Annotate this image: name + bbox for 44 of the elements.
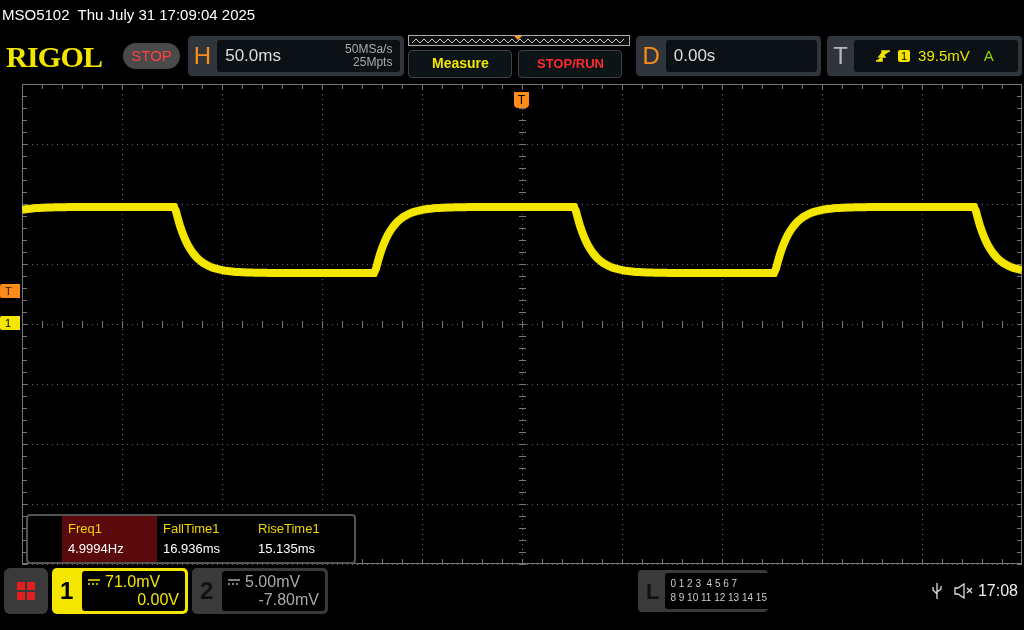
measurement-value: 4.9994Hz	[68, 540, 125, 558]
trigger-level-marker[interactable]: T	[0, 284, 20, 298]
measurement-label: RiseTime1	[258, 520, 321, 538]
sample-rate: 50MSa/s	[345, 43, 393, 56]
channel-offset: 0.00V	[137, 591, 179, 609]
delay-panel[interactable]: D 0.00s	[636, 36, 822, 76]
dc-coupling-icon	[88, 579, 100, 585]
clock-time: 17:08	[977, 581, 1018, 601]
run-state-badge: STOP	[123, 42, 180, 70]
delay-label: D	[642, 41, 660, 71]
horizontal-label: H	[193, 41, 212, 71]
grid-icon	[16, 581, 36, 601]
dc-coupling-icon	[228, 579, 240, 585]
memory-depth: 25Mpts	[353, 56, 393, 69]
channel-panel[interactable]: 1 71.0mV 0.00V	[52, 568, 188, 614]
speaker-muted-icon	[953, 583, 974, 599]
trigger-mode: A	[983, 45, 994, 66]
timebase-value: 50.0ms	[225, 45, 281, 68]
channel-offset-marker[interactable]: 1	[0, 316, 20, 330]
logo: RIGOL	[6, 38, 104, 75]
horizontal-panel[interactable]: H 50.0ms 50MSa/s 25Mpts	[187, 36, 405, 76]
channel-scale: 5.00mV	[245, 573, 301, 591]
trigger-panel[interactable]: T 1 39.5mV A	[827, 36, 1022, 76]
channel-number: 1	[60, 576, 75, 606]
trigger-label: T	[833, 41, 848, 71]
logic-channel-numbers: 0 1 2 3 4 5 6 7	[670, 577, 739, 591]
channel-offset: -7.80mV	[258, 591, 319, 609]
measurement-label: FallTime1	[163, 520, 221, 538]
stop-run-button[interactable]: STOP/RUN	[518, 49, 623, 78]
trigger-source-badge: 1	[897, 50, 911, 62]
usb-icon	[931, 583, 942, 599]
measurement-item[interactable]: Freq1 4.9994Hz	[62, 516, 157, 562]
measurement-label: Freq1	[68, 520, 103, 538]
channel-scale: 71.0mV	[105, 573, 161, 591]
menu-button[interactable]	[4, 568, 48, 614]
trigger-level: 39.5mV	[918, 45, 970, 66]
measurement-value: 16.936ms	[163, 540, 222, 558]
measure-button[interactable]: Measure	[408, 49, 513, 78]
delay-value: 0.00s	[673, 45, 716, 68]
measurement-value: 15.135ms	[258, 540, 317, 558]
logic-channel-numbers: 8 9 10 11 12 13 14 15	[670, 591, 767, 605]
trigger-position-marker[interactable]: T	[514, 92, 529, 108]
date-time: Thu July 31 17:09:04 2025	[77, 4, 256, 25]
model-name: MSO5102	[2, 4, 70, 25]
